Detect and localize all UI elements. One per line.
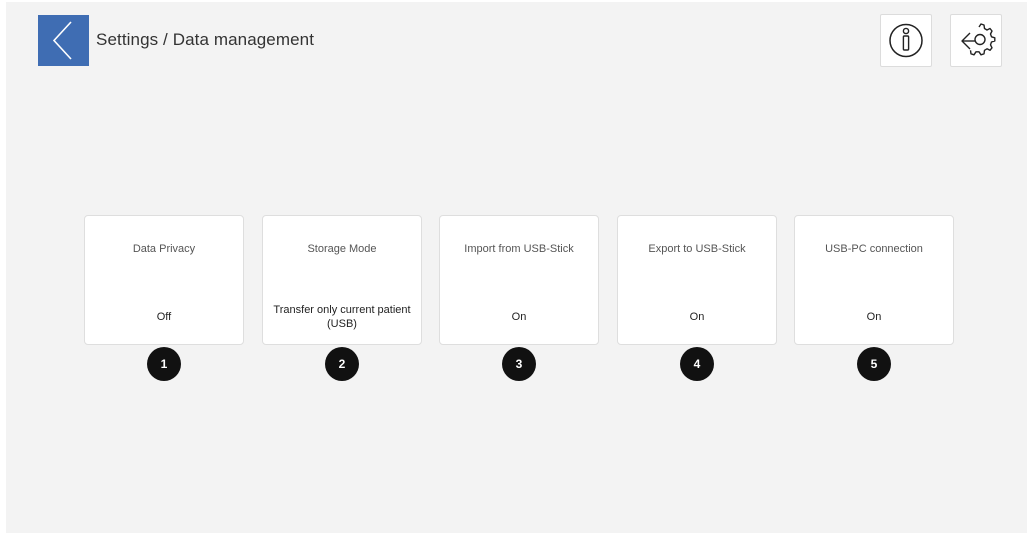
info-button[interactable]: [880, 14, 932, 67]
tile-label: Storage Mode: [307, 243, 377, 255]
tile-data-privacy[interactable]: Data Privacy Off: [84, 215, 244, 345]
tile-usb-pc-connection[interactable]: USB-PC connection On: [794, 215, 954, 345]
tile-label: USB-PC connection: [825, 243, 923, 255]
tile-label: Data Privacy: [132, 243, 196, 255]
step-marker-3: 3: [502, 347, 536, 381]
device-config-button[interactable]: [950, 14, 1002, 67]
tile-value: On: [511, 311, 527, 323]
step-marker-2: 2: [325, 347, 359, 381]
step-marker-5: 5: [857, 347, 891, 381]
tile-value: On: [689, 311, 705, 323]
tile-value: On: [866, 311, 882, 323]
gear-arrows-icon: [961, 23, 996, 56]
page-title: Settings / Data management: [96, 30, 315, 49]
tile-label: Import from USB-Stick: [464, 243, 574, 255]
tile-export-usb[interactable]: Export to USB-Stick On: [617, 215, 777, 345]
step-marker-4: 4: [680, 347, 714, 381]
tile-value: Off: [156, 311, 172, 323]
settings-screen: Settings / Data management Data Privacy …: [6, 2, 1027, 533]
step-marker-1: 1: [147, 347, 181, 381]
settings-tiles: Data Privacy Off 1 Storage Mode Transfer…: [84, 215, 984, 395]
tile-label: Export to USB-Stick: [648, 243, 746, 255]
chevron-left-icon: [52, 21, 72, 60]
tile-value: Transfer only current patient (USB): [273, 304, 411, 330]
back-button[interactable]: [38, 15, 89, 66]
tile-import-usb[interactable]: Import from USB-Stick On: [439, 215, 599, 345]
tile-storage-mode[interactable]: Storage Mode Transfer only current patie…: [262, 215, 422, 345]
info-icon: [889, 23, 923, 58]
